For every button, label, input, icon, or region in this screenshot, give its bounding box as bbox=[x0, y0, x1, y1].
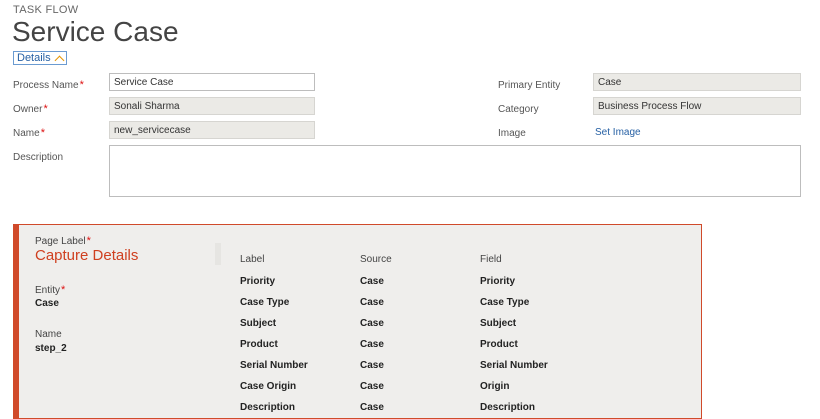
step-label-cell: Case Origin bbox=[240, 381, 297, 392]
category-label: Category bbox=[498, 104, 539, 115]
step-label-cell: Product bbox=[240, 339, 278, 350]
step-field-cell: Description bbox=[480, 402, 536, 413]
step-label-cell: Subject bbox=[240, 318, 277, 329]
required-marker: * bbox=[40, 127, 45, 139]
step-field-cell: Serial Number bbox=[480, 360, 548, 371]
step-row[interactable]: Description Case Description bbox=[19, 402, 699, 418]
step-label-cell: Serial Number bbox=[240, 360, 308, 371]
details-toggle-label: Details bbox=[17, 52, 51, 64]
step-row[interactable]: Priority Case Priority bbox=[19, 276, 699, 294]
name-label: Name* bbox=[13, 127, 45, 139]
step-label-cell: Case Type bbox=[240, 297, 290, 308]
step-source-cell: Case bbox=[360, 402, 384, 413]
step-row[interactable]: Case Origin Case Origin bbox=[19, 381, 699, 399]
description-input[interactable] bbox=[109, 145, 801, 197]
chevron-up-icon bbox=[54, 55, 65, 65]
step-row[interactable]: Case Type Case Case Type bbox=[19, 297, 699, 315]
step-source-cell: Case bbox=[360, 276, 384, 287]
column-header-label: Label bbox=[240, 254, 265, 265]
step-source-cell: Case bbox=[360, 318, 384, 329]
name-field: new_servicecase bbox=[109, 121, 315, 139]
description-label: Description bbox=[13, 152, 64, 163]
owner-field: Sonali Sharma bbox=[109, 97, 315, 115]
primary-entity-field: Case bbox=[593, 73, 801, 91]
details-toggle-button[interactable]: Details bbox=[13, 51, 67, 65]
step-row[interactable]: Product Case Product bbox=[19, 339, 699, 357]
step-row[interactable]: Serial Number Case Serial Number bbox=[19, 360, 699, 378]
step-field-cell: Product bbox=[480, 339, 518, 350]
required-marker: * bbox=[43, 103, 48, 115]
process-name-label: Process Name* bbox=[13, 79, 84, 91]
process-name-input[interactable]: Service Case bbox=[109, 73, 315, 91]
step-source-cell: Case bbox=[360, 381, 384, 392]
required-marker: * bbox=[79, 79, 84, 91]
step-label-cell: Description bbox=[240, 402, 296, 413]
divider bbox=[215, 243, 221, 265]
step-source-cell: Case bbox=[360, 297, 384, 308]
owner-label: Owner* bbox=[13, 103, 48, 115]
step-source-cell: Case bbox=[360, 360, 384, 371]
page-label-caption: Page Label* bbox=[35, 235, 91, 247]
step-row[interactable]: Subject Case Subject bbox=[19, 318, 699, 336]
step-field-cell: Subject bbox=[480, 318, 517, 329]
step-field-cell: Origin bbox=[480, 381, 510, 392]
step-field-cell: Priority bbox=[480, 276, 516, 287]
step-source-cell: Case bbox=[360, 339, 384, 350]
step-field-cell: Case Type bbox=[480, 297, 530, 308]
category-field: Business Process Flow bbox=[593, 97, 801, 115]
page-title: Service Case bbox=[12, 16, 179, 47]
stage-title[interactable]: Capture Details bbox=[35, 247, 138, 264]
primary-entity-label: Primary Entity bbox=[498, 80, 561, 91]
set-image-link[interactable]: Set Image bbox=[595, 127, 641, 138]
column-header-source: Source bbox=[360, 254, 392, 265]
required-marker: * bbox=[86, 235, 91, 247]
stage-panel[interactable]: Page Label* Capture Details Entity* Case… bbox=[13, 224, 702, 419]
image-label: Image bbox=[498, 128, 526, 139]
step-label-cell: Priority bbox=[240, 276, 276, 287]
column-header-field: Field bbox=[480, 254, 502, 265]
